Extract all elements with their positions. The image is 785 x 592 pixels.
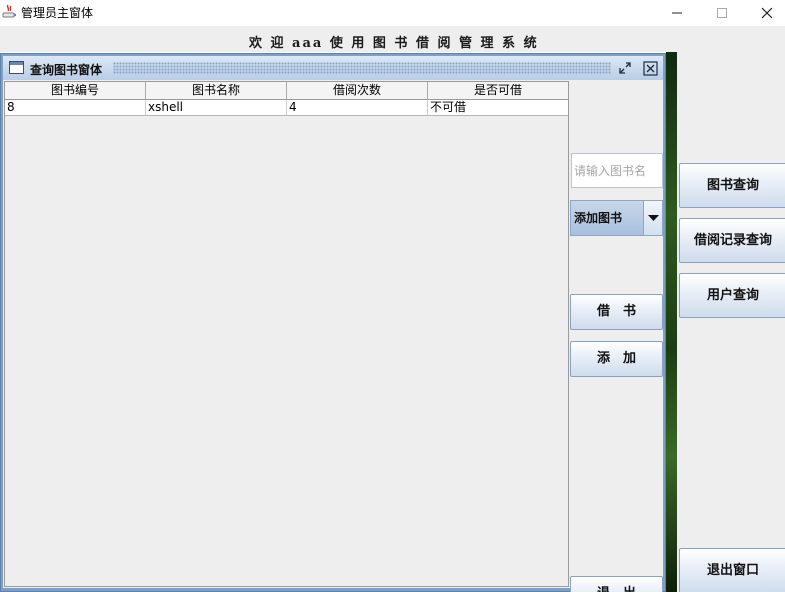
close-icon	[761, 7, 773, 19]
maximize-icon	[717, 8, 727, 18]
welcome-text: 欢 迎 aaa 使 用 图 书 借 阅 管 理 系 统	[249, 36, 539, 51]
exit-window-button[interactable]: 退出窗口	[679, 548, 785, 592]
minimize-icon	[672, 12, 682, 14]
book-table: 图书编号 图书名称 借阅次数 是否可借 8 xshell 4 不可借	[4, 81, 569, 587]
restore-button[interactable]	[617, 60, 633, 76]
window-title: 管理员主窗体	[21, 6, 94, 20]
internal-frame-titlebar[interactable]: 查询图书窗体	[3, 56, 663, 80]
column-header-availability[interactable]: 是否可借	[428, 82, 568, 100]
window-titlebar: 管理员主窗体	[0, 0, 785, 26]
internal-frame-title: 查询图书窗体	[30, 63, 103, 77]
user-query-button[interactable]: 用户查询	[679, 273, 785, 318]
book-name-search-input[interactable]	[571, 153, 663, 188]
desktop-wallpaper-edge	[666, 52, 677, 592]
borrow-record-query-button[interactable]: 借阅记录查询	[679, 218, 785, 263]
internal-frame-close-button[interactable]	[642, 60, 658, 76]
right-nav-panel: 图书查询 借阅记录查询 用户查询 退出窗口	[677, 52, 785, 592]
frame-icon	[9, 61, 24, 74]
java-app-icon	[2, 4, 16, 18]
action-combo-box[interactable]: 添加图书	[570, 200, 663, 236]
table-header: 图书编号 图书名称 借阅次数 是否可借	[5, 82, 568, 100]
restore-icon	[619, 62, 631, 74]
column-header-book-id[interactable]: 图书编号	[5, 82, 146, 100]
cell-availability[interactable]: 不可借	[428, 100, 568, 115]
maximize-button[interactable]	[699, 0, 745, 26]
cell-book-id[interactable]: 8	[5, 100, 146, 115]
combo-dropdown-button[interactable]	[643, 201, 662, 235]
query-book-internal-frame: 查询图书窗体 图书编号 图书名称 借阅次数 是否可借 8 xshell 4 不可…	[0, 53, 666, 592]
cell-book-name[interactable]: xshell	[146, 100, 287, 115]
combo-selected-value: 添加图书	[571, 201, 644, 235]
column-header-book-name[interactable]: 图书名称	[146, 82, 287, 100]
minimize-button[interactable]	[654, 0, 700, 26]
chevron-down-icon	[647, 214, 659, 221]
window-close-button[interactable]	[744, 0, 785, 26]
exit-button[interactable]: 退 出	[570, 576, 663, 592]
titlebar-grip	[113, 62, 611, 74]
book-query-button[interactable]: 图书查询	[679, 163, 785, 208]
cell-borrow-count[interactable]: 4	[287, 100, 428, 115]
add-button[interactable]: 添 加	[570, 341, 663, 377]
table-row[interactable]: 8 xshell 4 不可借	[5, 100, 568, 116]
welcome-banner: 欢 迎 aaa 使 用 图 书 借 阅 管 理 系 统	[0, 26, 785, 52]
close-icon	[642, 60, 658, 76]
borrow-button[interactable]: 借 书	[570, 294, 663, 330]
internal-frame-content: 图书编号 图书名称 借阅次数 是否可借 8 xshell 4 不可借 添加图书	[3, 80, 663, 592]
column-header-borrow-count[interactable]: 借阅次数	[287, 82, 428, 100]
